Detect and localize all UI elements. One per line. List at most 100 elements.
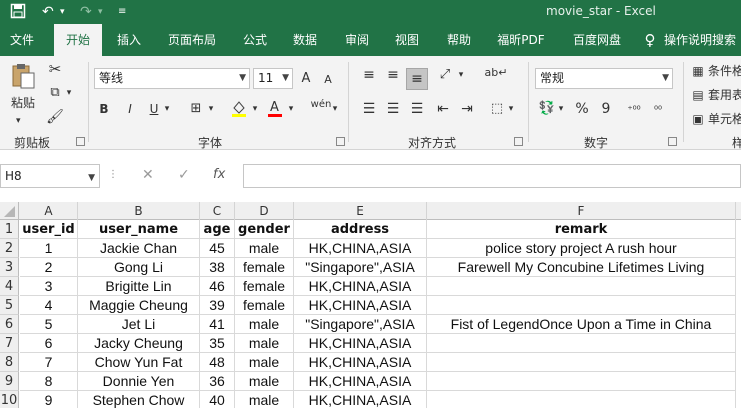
row-header[interactable]: 2	[0, 239, 19, 258]
table-cell[interactable]: 35	[200, 334, 235, 353]
table-cell[interactable]: Fist of LegendOnce Upon a Time in China	[427, 315, 736, 334]
row-header[interactable]: 5	[0, 296, 19, 315]
save-icon[interactable]	[10, 3, 26, 21]
redo-icon[interactable]: ↷	[80, 3, 92, 21]
table-cell[interactable]: 46	[200, 277, 235, 296]
increase-indent-icon[interactable]: ⇥	[458, 100, 476, 118]
table-cell[interactable]: male	[235, 372, 294, 391]
comma-style-button[interactable]: 9	[598, 100, 614, 118]
accounting-format-icon[interactable]: 💱	[537, 100, 557, 118]
table-cell[interactable]	[427, 334, 736, 353]
header-cell[interactable]: address	[294, 220, 427, 239]
orientation-dropdown-icon[interactable]: ▾	[456, 66, 466, 84]
column-header-a[interactable]: A	[20, 202, 78, 220]
table-cell[interactable]: HK,CHINA,ASIA	[294, 277, 427, 296]
cancel-icon[interactable]: ✕	[142, 167, 154, 183]
merge-dropdown-icon[interactable]: ▾	[506, 100, 516, 118]
row-header[interactable]: 4	[0, 277, 19, 296]
font-name-select[interactable]: 等线 ▼	[94, 68, 250, 89]
table-cell[interactable]: 45	[200, 239, 235, 258]
align-middle-icon[interactable]: ≡	[384, 66, 402, 84]
wrap-text-icon[interactable]: ab↵	[484, 64, 508, 82]
tab-view[interactable]: 视图	[386, 24, 428, 56]
tab-foxit-pdf[interactable]: 福昕PDF	[488, 24, 554, 56]
table-cell[interactable]: 4	[20, 296, 78, 315]
undo-dropdown-icon[interactable]: ▾	[60, 3, 65, 21]
table-cell[interactable]: HK,CHINA,ASIA	[294, 391, 427, 408]
table-cell[interactable]: 8	[20, 372, 78, 391]
font-color-icon[interactable]: A	[266, 98, 284, 118]
customize-qat-icon[interactable]: ≡	[118, 3, 126, 21]
table-cell[interactable]: 40	[200, 391, 235, 408]
format-painter-icon[interactable]: 🖌	[46, 108, 64, 126]
table-cell[interactable]: "Singapore",ASIA	[294, 258, 427, 277]
paste-dropdown-icon[interactable]: ▾	[16, 112, 21, 130]
fill-color-dropdown-icon[interactable]: ▾	[250, 100, 260, 118]
table-cell[interactable]	[427, 391, 736, 408]
table-cell[interactable]: 1	[20, 239, 78, 258]
cut-icon[interactable]: ✂	[46, 60, 64, 78]
increase-decimal-icon[interactable]: ⁺⁰⁰	[624, 102, 644, 120]
shrink-font-button[interactable]: A	[320, 71, 336, 89]
table-cell[interactable]: 38	[200, 258, 235, 277]
conditional-format-icon[interactable]: ▦	[690, 62, 706, 80]
copy-dropdown-icon[interactable]: ▾	[64, 84, 74, 102]
alignment-launcher-icon[interactable]	[514, 137, 523, 146]
table-cell[interactable]: Chow Yun Fat	[78, 353, 200, 372]
table-cell[interactable]: male	[235, 334, 294, 353]
align-center-icon[interactable]: ☰	[384, 100, 402, 118]
tab-help[interactable]: 帮助	[438, 24, 480, 56]
grow-font-button[interactable]: A	[298, 70, 314, 88]
cell-styles-icon[interactable]: ▣	[690, 110, 706, 128]
format-as-table-button[interactable]: 套用表	[708, 86, 741, 104]
number-launcher-icon[interactable]	[668, 137, 677, 146]
table-cell[interactable]: male	[235, 391, 294, 408]
row-header[interactable]: 8	[0, 353, 19, 372]
align-bottom-icon[interactable]: ≡	[406, 68, 428, 90]
tab-review[interactable]: 审阅	[336, 24, 378, 56]
decrease-decimal-icon[interactable]: ⁰⁰	[648, 102, 668, 120]
bold-button[interactable]: B	[96, 100, 112, 118]
table-cell[interactable]	[427, 296, 736, 315]
accounting-dropdown-icon[interactable]: ▾	[556, 100, 566, 118]
column-header-e[interactable]: E	[294, 202, 427, 220]
row-header[interactable]: 6	[0, 315, 19, 334]
table-cell[interactable]: Donnie Yen	[78, 372, 200, 391]
table-cell[interactable]: Maggie Cheung	[78, 296, 200, 315]
table-cell[interactable]: police story project A rush hour	[427, 239, 736, 258]
number-format-select[interactable]: 常规 ▼	[535, 68, 673, 89]
align-left-icon[interactable]: ☰	[360, 100, 378, 118]
table-cell[interactable]: 2	[20, 258, 78, 277]
select-all-corner[interactable]	[0, 202, 19, 220]
table-cell[interactable]	[427, 372, 736, 391]
clipboard-launcher-icon[interactable]	[76, 137, 85, 146]
table-cell[interactable]: Gong Li	[78, 258, 200, 277]
tab-home[interactable]: 开始	[54, 24, 102, 56]
table-cell[interactable]: 6	[20, 334, 78, 353]
italic-button[interactable]: I	[122, 100, 138, 118]
fill-color-icon[interactable]	[230, 98, 248, 118]
decrease-indent-icon[interactable]: ⇤	[434, 100, 452, 118]
row-header[interactable]: 3	[0, 258, 19, 277]
table-cell[interactable]: Jacky Cheung	[78, 334, 200, 353]
header-cell[interactable]: user_name	[78, 220, 200, 239]
row-header[interactable]: 1	[0, 220, 19, 239]
tab-data[interactable]: 数据	[284, 24, 326, 56]
phonetic-dropdown-icon[interactable]: ▾	[330, 100, 340, 118]
header-cell[interactable]: user_id	[20, 220, 78, 239]
align-right-icon[interactable]: ☰	[408, 100, 426, 118]
table-cell[interactable]: 48	[200, 353, 235, 372]
column-header-b[interactable]: B	[78, 202, 200, 220]
tab-page-layout[interactable]: 页面布局	[160, 24, 224, 56]
insert-function-button[interactable]: fx	[213, 167, 225, 182]
table-cell[interactable]: Farewell My Concubine Lifetimes Living	[427, 258, 736, 277]
font-launcher-icon[interactable]	[336, 137, 345, 146]
table-cell[interactable]: 41	[200, 315, 235, 334]
merge-center-icon[interactable]: ⬚	[488, 100, 506, 118]
tab-insert[interactable]: 插入	[108, 24, 150, 56]
table-cell[interactable]: female	[235, 296, 294, 315]
table-cell[interactable]: male	[235, 315, 294, 334]
borders-icon[interactable]: ⊞	[188, 100, 204, 118]
cell-styles-button[interactable]: 单元格	[708, 110, 741, 128]
table-cell[interactable]	[427, 277, 736, 296]
